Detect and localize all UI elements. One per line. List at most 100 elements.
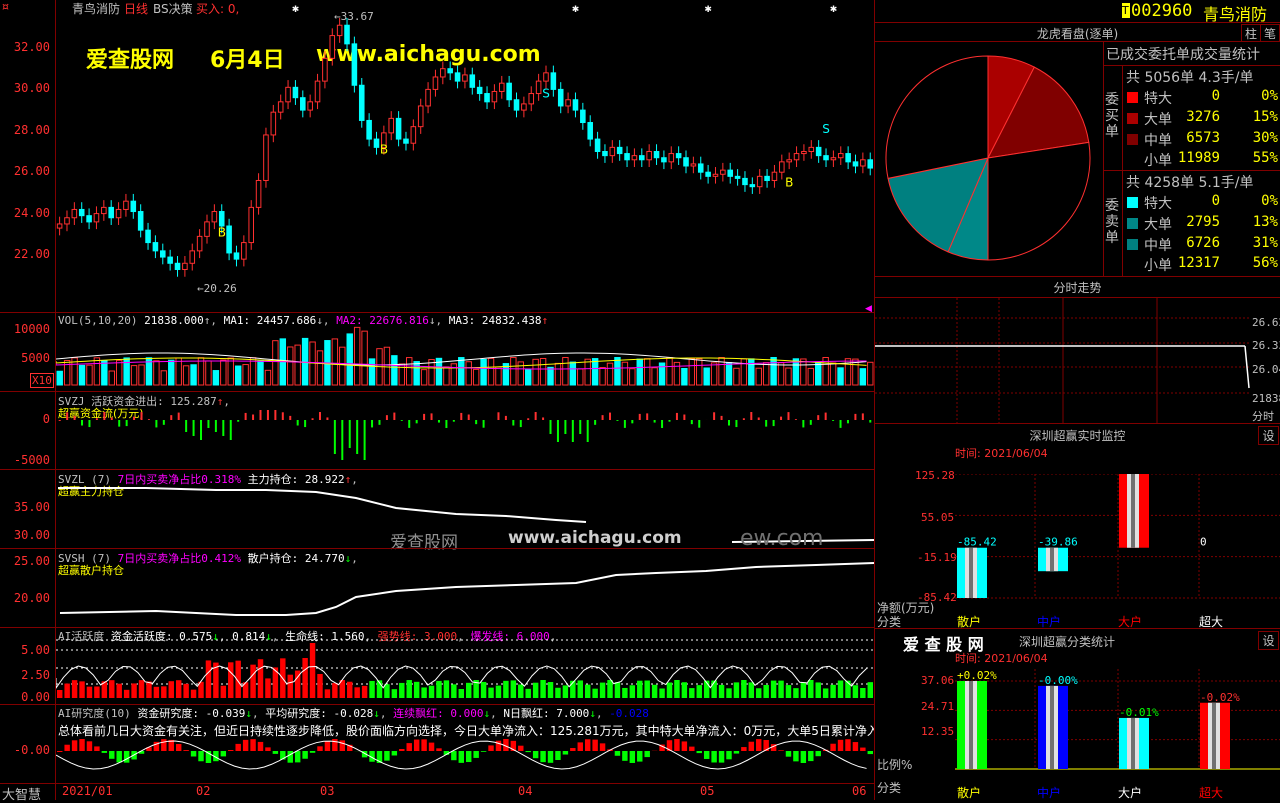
volume-bar	[176, 358, 181, 385]
ai-active-bar	[116, 684, 121, 698]
svzl-panel[interactable]: SVZL (7) 7日内买卖净占比0.318% 主力持仓: 28.922↑, 超…	[0, 470, 874, 548]
volume-bar	[473, 369, 478, 385]
svzj-bar	[237, 420, 239, 422]
ai-research-bar	[808, 751, 813, 761]
volume-bar	[198, 358, 203, 385]
ai-active-bar	[206, 660, 211, 698]
candle-body	[65, 218, 70, 224]
volume-bar	[444, 367, 449, 385]
candlestick-chart[interactable]: BBBSS✱✱✱✱	[56, 0, 874, 312]
volume-bar	[778, 363, 783, 385]
svzj-bar	[126, 420, 128, 426]
candle-body	[337, 25, 342, 35]
volume-bar	[154, 361, 159, 385]
candle-body	[389, 118, 394, 132]
candle-body	[256, 180, 261, 207]
ai-active-bar	[741, 680, 746, 698]
ai-active-ytick: 2.50	[0, 668, 50, 682]
svzj-bar	[386, 415, 388, 420]
svsh-ytick: 20.00	[0, 591, 50, 605]
candle-body	[396, 118, 401, 139]
svsh-panel[interactable]: SVSH (7) 7日内买卖净占比0.412% 散户持仓: 24.770↓, 超…	[0, 549, 874, 627]
candle-body	[57, 224, 62, 228]
ai-research-bar	[756, 739, 761, 751]
ai-active-bar	[853, 685, 858, 698]
close-icon[interactable]: ¤	[2, 0, 9, 13]
monitor-panel[interactable]: 深圳超赢实时监控 设 时间: 2021/06/04 125.28 55.05 -…	[875, 424, 1280, 628]
ai-research-bar	[563, 751, 568, 755]
svzj-bar	[654, 420, 656, 423]
ai-research-bar	[488, 745, 493, 751]
monitor-settings-button[interactable]: 设	[1258, 426, 1279, 445]
vol-ytick: 5000	[0, 351, 50, 365]
ai-research-bars	[56, 705, 874, 783]
intraday-panel[interactable]: 分时走势 ◀ 26.62 26.33 26.04 21838 分时	[875, 277, 1280, 423]
ai-active-bar	[154, 687, 159, 698]
ai-active-panel[interactable]: AI活跃度 资金活跃度: 0.575↓, 0.814↓, 生命线: 1.560,…	[0, 628, 874, 704]
ai-active-bar	[823, 688, 828, 698]
price-panel[interactable]: ¤ 青鸟消防 日线 BS决策 买入: 0, 爱查股网 6月4日 www.aich…	[0, 0, 874, 312]
chart-area[interactable]: ¤ 青鸟消防 日线 BS决策 买入: 0, 爱查股网 6月4日 www.aich…	[0, 0, 874, 800]
svzj-bar	[423, 414, 425, 420]
candle-body	[853, 162, 858, 166]
volume-bar	[637, 359, 642, 385]
ai-active-bar	[771, 681, 776, 698]
sell-total: 共 4258单 5.1手/单	[1126, 172, 1254, 192]
ai-research-bar	[407, 743, 412, 751]
svzj-bar	[88, 420, 90, 427]
volume-bar	[511, 358, 516, 385]
ai-research-bar	[310, 751, 315, 753]
candle-body	[802, 152, 807, 154]
svzj-bar	[750, 412, 752, 420]
classify-panel[interactable]: 爱 查 股 网 深圳超赢分类统计 设 时间: 2021/06/04 37.06 …	[875, 629, 1280, 800]
ai-research-panel[interactable]: AI研究度(10) 资金研究度: -0.039↓, 平均研究度: -0.028↓…	[0, 705, 874, 783]
ai-research-bar	[265, 747, 270, 751]
svzj-bar	[572, 420, 574, 442]
ai-research-bar	[786, 751, 791, 757]
candle-body	[470, 75, 475, 87]
candle-body	[301, 98, 306, 110]
svzj-bar	[334, 420, 336, 454]
volume-bar	[250, 358, 255, 385]
order-pie-chart	[883, 53, 1093, 263]
volume-bar	[622, 362, 627, 385]
candle-body	[426, 89, 431, 106]
price-ytick: 32.00	[0, 40, 50, 54]
volume-panel[interactable]: VOL(5,10,20) 21838.000↑, MA1: 24457.686↓…	[0, 313, 874, 391]
candle-body	[544, 73, 549, 81]
svsh-ytick: 25.00	[0, 554, 50, 568]
volume-bar	[295, 345, 300, 385]
classify-ytick: 12.35	[921, 725, 954, 738]
ai-active-bar	[630, 685, 635, 698]
dragon-title: 龙虎看盘(逐单)	[875, 25, 1280, 42]
classify-change-label: +0.02%	[957, 669, 997, 682]
monitor-bar-shade	[1131, 474, 1135, 548]
volume-bar	[644, 359, 649, 385]
classify-settings-button[interactable]: 设	[1258, 631, 1279, 650]
ai-research-bar	[548, 751, 553, 763]
volume-bar	[109, 371, 114, 385]
candle-body	[94, 214, 99, 222]
ai-active-bar	[496, 686, 501, 698]
candle-body	[153, 243, 158, 251]
ai-active-bar	[250, 665, 255, 698]
volume-bar	[793, 359, 798, 385]
svzj-bar	[438, 420, 440, 423]
high-price-label: ←33.67	[334, 10, 374, 23]
volume-bar	[786, 368, 791, 385]
svzj-panel[interactable]: SVZJ 活跃资金进出: 125.287↑, 超赢资金流(万元) 0 -5000	[0, 392, 874, 469]
ai-active-bar	[585, 685, 590, 698]
ai-active-bar	[756, 688, 761, 698]
candle-body	[625, 154, 630, 160]
vol-unit: X10	[30, 373, 54, 388]
ai-active-bar	[563, 685, 568, 698]
ai-active-bar	[436, 681, 441, 698]
classify-category: 散户	[957, 784, 981, 801]
ai-research-bar	[481, 751, 486, 752]
tick-view-button[interactable]: 笔	[1260, 24, 1280, 42]
svzj-bar	[267, 410, 269, 420]
svzj-bar	[460, 413, 462, 420]
bar-view-button[interactable]: 柱	[1241, 24, 1261, 42]
ai-active-bar	[362, 686, 367, 698]
ai-active-bar	[146, 681, 151, 698]
